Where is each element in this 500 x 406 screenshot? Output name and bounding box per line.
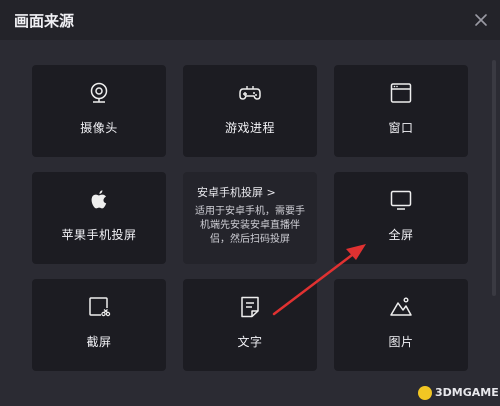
screenshot-icon — [89, 297, 111, 317]
tile-fullscreen[interactable]: 全屏 — [334, 172, 468, 264]
gamepad-icon — [239, 86, 261, 100]
title-bar: 画面来源 — [0, 0, 500, 40]
tile-label: 苹果手机投屏 — [61, 228, 137, 242]
window-title: 画面来源 — [14, 12, 75, 30]
tile-android-mirror[interactable]: 安卓手机投屏 > 适用于安卓手机，需要手机端先安装安卓直播伴侣，然后扫码投屏 — [183, 172, 317, 264]
android-mirror-description: 适用于安卓手机，需要手机端先安装安卓直播伴侣，然后扫码投屏 — [195, 206, 305, 245]
watermark-text: 3DMGAME — [435, 386, 499, 399]
tile-label: 游戏进程 — [224, 121, 275, 135]
text-doc-icon — [241, 296, 259, 318]
image-icon — [390, 297, 412, 316]
webcam-icon — [90, 82, 108, 103]
watermark: 3DMGAME — [418, 386, 499, 400]
tile-label: 截屏 — [86, 335, 112, 349]
tile-iphone-mirror[interactable]: 苹果手机投屏 — [32, 172, 166, 264]
monitor-icon — [390, 190, 412, 210]
apple-icon — [91, 190, 107, 209]
scrollbar[interactable] — [492, 60, 496, 296]
source-grid: 摄像头 游戏进程 窗口 苹果手机投屏 安卓手机投屏 > 适用于安卓手机，需要手机… — [0, 40, 500, 406]
close-icon[interactable] — [472, 11, 490, 29]
tile-webcam[interactable]: 摄像头 — [32, 65, 166, 157]
tile-label: 摄像头 — [80, 121, 118, 135]
tile-screenshot[interactable]: 截屏 — [32, 279, 166, 371]
tile-window[interactable]: 窗口 — [334, 65, 468, 157]
android-mirror-heading[interactable]: 安卓手机投屏 > — [197, 184, 276, 200]
tile-label: 窗口 — [388, 121, 414, 135]
tile-label: 图片 — [388, 335, 414, 349]
tile-label: 文字 — [237, 335, 263, 349]
tile-text[interactable]: 文字 — [183, 279, 317, 371]
tile-label: 全屏 — [388, 228, 414, 242]
tile-image[interactable]: 图片 — [334, 279, 468, 371]
tile-game-process[interactable]: 游戏进程 — [183, 65, 317, 157]
3dmgame-logo-icon — [418, 386, 432, 400]
window-icon — [390, 83, 412, 103]
